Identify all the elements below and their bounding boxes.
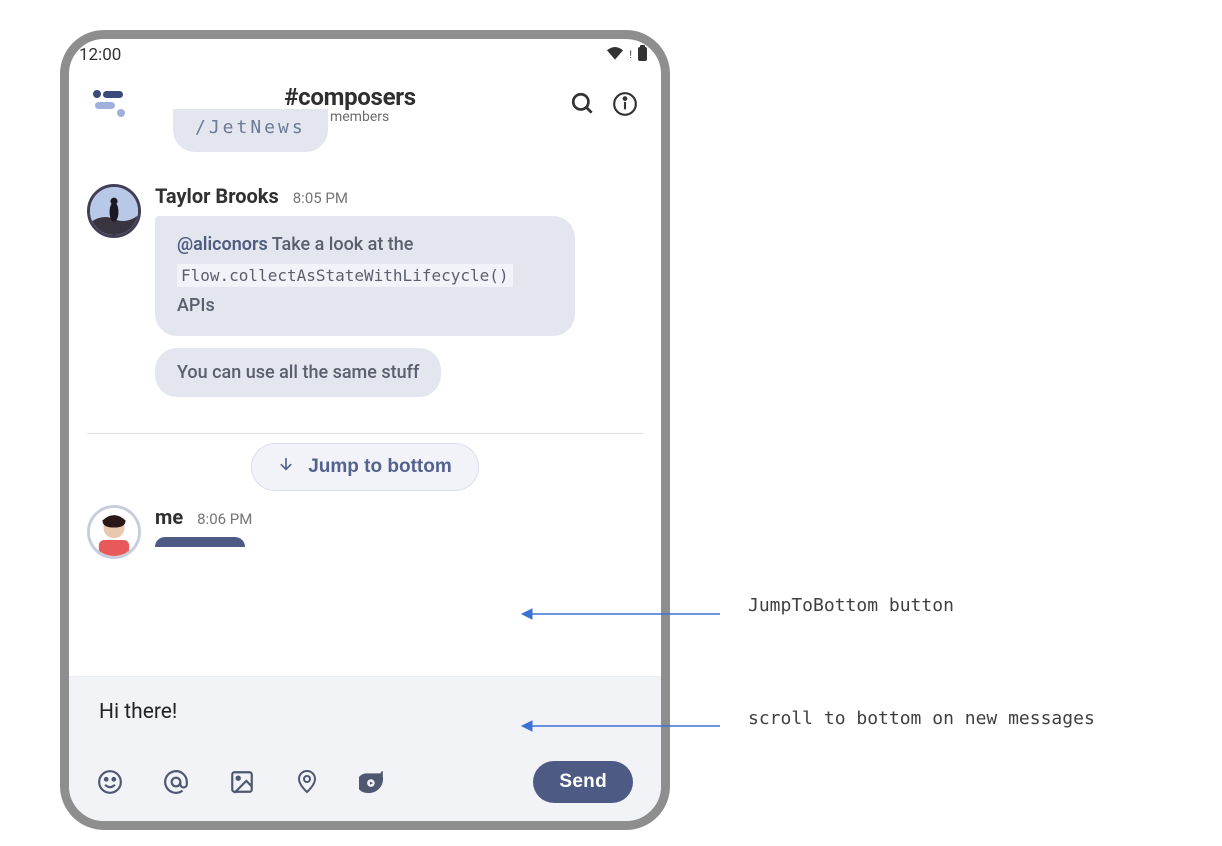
message-text: Take a look at the bbox=[268, 234, 414, 255]
avatar-me[interactable] bbox=[87, 505, 141, 559]
channel-title: #composers bbox=[145, 83, 555, 111]
annotation-scroll: scroll to bottom on new messages bbox=[748, 708, 1095, 729]
send-button[interactable]: Send bbox=[533, 761, 633, 803]
status-bar: 12:00 ! bbox=[69, 39, 661, 67]
search-icon[interactable] bbox=[569, 90, 597, 118]
mention[interactable]: @aliconors bbox=[177, 234, 268, 255]
message-bubble-peek[interactable] bbox=[155, 537, 245, 547]
device-frame: 12:00 ! #composers 42 members bbox=[60, 30, 670, 830]
inline-code: Flow.collectAsStateWithLifecycle() bbox=[177, 264, 513, 287]
mention-icon[interactable] bbox=[163, 769, 189, 795]
video-icon[interactable] bbox=[359, 769, 385, 795]
message-bubble[interactable]: You can use all the same stuff bbox=[155, 348, 441, 397]
info-icon[interactable] bbox=[611, 90, 639, 118]
message-text: /JetNews bbox=[195, 109, 306, 138]
message-bubble-partial[interactable]: /JetNews bbox=[173, 109, 328, 152]
message-group-me: me 8:06 PM bbox=[87, 505, 643, 559]
annotation-jump: JumpToBottom button bbox=[748, 595, 954, 616]
image-icon[interactable] bbox=[229, 769, 255, 795]
messages-list[interactable]: /JetNews Taylor Brooks 8:05 PM @alico bbox=[69, 139, 661, 559]
emoji-icon[interactable] bbox=[97, 769, 123, 795]
message-author: me bbox=[155, 505, 183, 529]
message-author: Taylor Brooks bbox=[155, 184, 279, 208]
jump-to-bottom-button[interactable]: Jump to bottom bbox=[251, 443, 479, 491]
jump-label: Jump to bottom bbox=[308, 456, 452, 478]
wifi-icon bbox=[607, 45, 623, 65]
message-time: 8:05 PM bbox=[293, 189, 348, 207]
alert-icon: ! bbox=[629, 50, 632, 61]
message-time: 8:06 PM bbox=[197, 510, 252, 528]
arrow-down-icon bbox=[278, 456, 294, 478]
location-icon[interactable] bbox=[295, 769, 319, 795]
message-bubble[interactable]: @aliconors Take a look at the Flow.colle… bbox=[155, 216, 575, 336]
message-text: APIs bbox=[177, 295, 215, 316]
app-logo[interactable] bbox=[91, 87, 131, 121]
app-header: #composers 42 members bbox=[69, 67, 661, 139]
battery-icon bbox=[638, 45, 647, 66]
composer: Send bbox=[69, 676, 661, 821]
message-group-taylor: Taylor Brooks 8:05 PM @aliconors Take a … bbox=[87, 184, 643, 407]
status-time: 12:00 bbox=[79, 45, 121, 65]
avatar-taylor[interactable] bbox=[87, 184, 141, 238]
message-text: You can use all the same stuff bbox=[177, 362, 419, 383]
